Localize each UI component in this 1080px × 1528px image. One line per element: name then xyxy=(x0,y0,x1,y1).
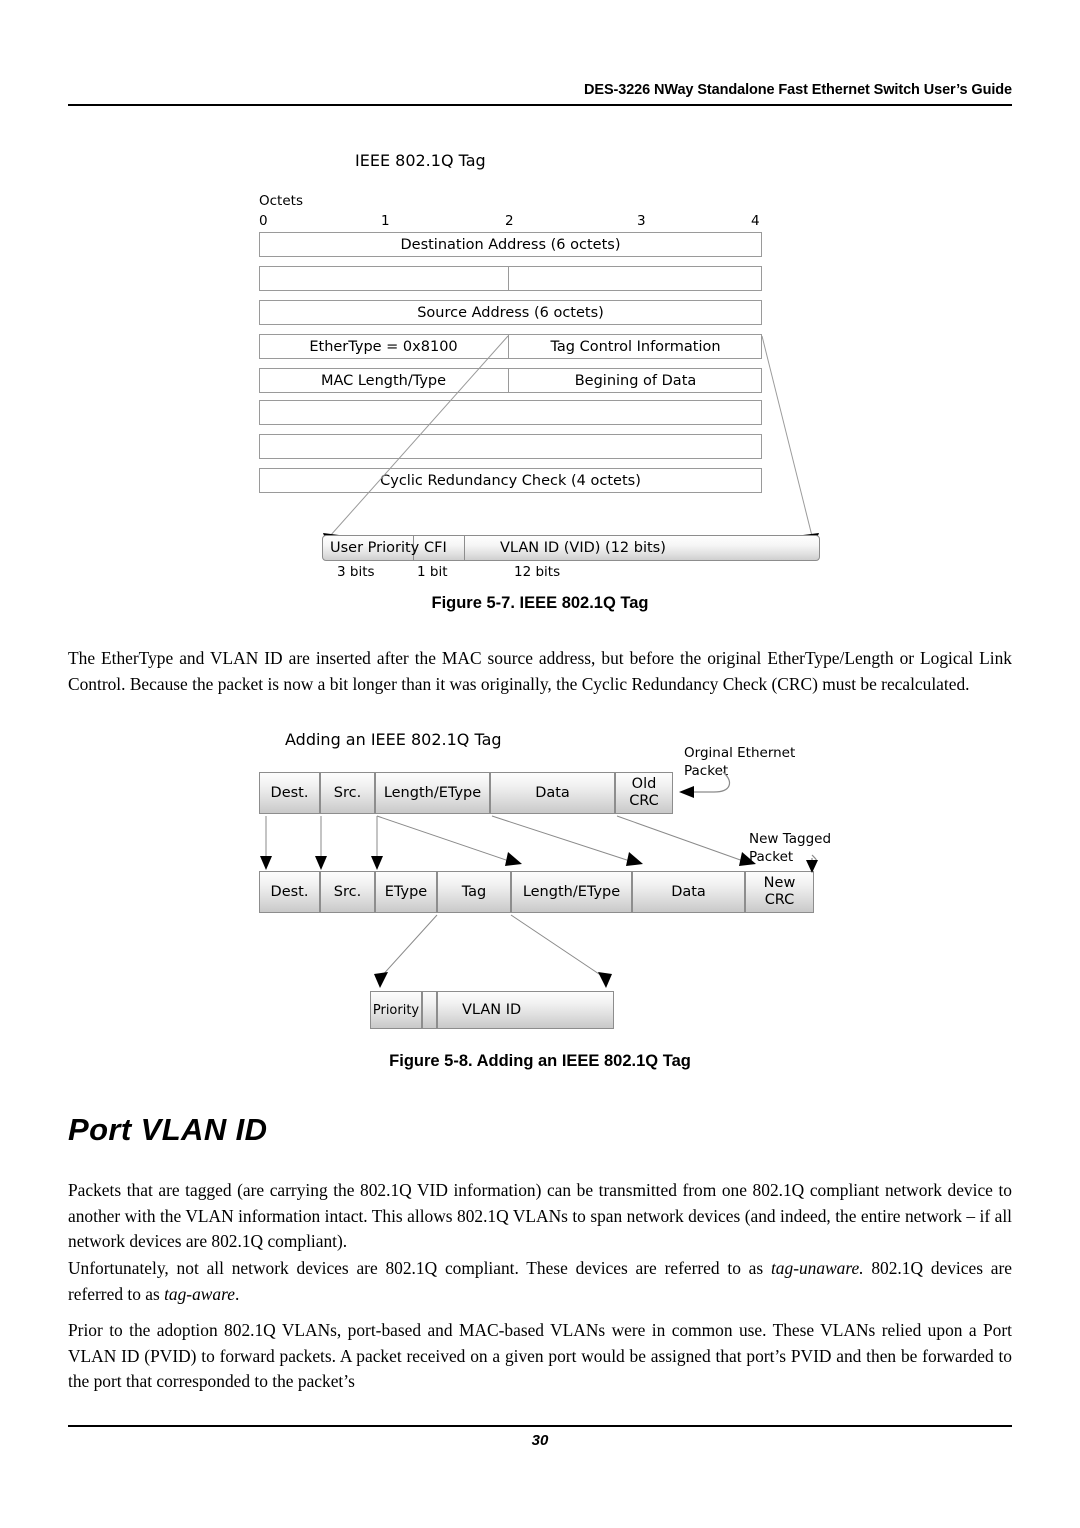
tag-detail-cell-vlan-id: VLAN ID xyxy=(437,991,614,1029)
new-packet-note-line2: Packet xyxy=(749,849,794,865)
footer-rule xyxy=(68,1425,1012,1427)
tag-detail-cell-cfi xyxy=(422,991,437,1029)
tag-detail-cell-priority: Priority xyxy=(370,991,422,1029)
paragraph-tag-unaware-emphasis: tag-unaware. xyxy=(770,1258,864,1278)
new-packet-note-line1: New Tagged xyxy=(749,831,832,847)
original-cell-old-crc-line1: Old xyxy=(631,776,657,792)
original-cell-old-crc-line2: CRC xyxy=(629,793,659,809)
original-cell-src: Src. xyxy=(320,772,375,814)
tag-detail-cell-vlan-id-label: VLAN ID xyxy=(462,1001,522,1018)
page-number: 30 xyxy=(531,1432,549,1449)
paragraph-tagged-packets: Packets that are tagged (are carrying th… xyxy=(68,1180,1012,1251)
tagged-cell-dest: Dest. xyxy=(259,871,320,913)
figure-5-8-diagram-title: Adding an IEEE 802.1Q Tag xyxy=(285,730,502,749)
original-cell-data: Data xyxy=(490,772,615,814)
tagged-cell-length-etype: Length/EType xyxy=(511,871,632,913)
original-cell-dest: Dest. xyxy=(259,772,320,814)
paragraph-tag-unaware: Unfortunately, not all network devices a… xyxy=(68,1256,1012,1307)
paragraph-tag-aware-emphasis: tag-aware xyxy=(164,1283,235,1304)
tagged-cell-data: Data xyxy=(632,871,745,913)
tagged-cell-new-crc-line2: CRC xyxy=(764,892,795,908)
page-section-title: Port VLAN ID xyxy=(68,1112,268,1147)
original-packet-note-line1: Orginal Ethernet xyxy=(684,745,796,761)
figure-5-8-caption: Figure 5-8. Adding an IEEE 802.1Q Tag xyxy=(389,1052,691,1070)
tagged-cell-etype: EType xyxy=(375,871,437,913)
paragraph-tag-unaware-part3: . xyxy=(234,1283,240,1304)
tagged-cell-src: Src. xyxy=(320,871,375,913)
paragraph-tag-unaware-part1: Unfortunately, not all network devices a… xyxy=(68,1258,771,1278)
paragraph-pvid-history: Prior to the adoption 802.1Q VLANs, port… xyxy=(68,1320,1012,1391)
tagged-cell-tag: Tag xyxy=(437,871,511,913)
figure-5-8-diagram: Adding an IEEE 802.1Q Tag Orginal Ethern… xyxy=(0,0,1080,1050)
tagged-cell-new-crc: New CRC xyxy=(745,871,814,913)
original-cell-length-etype: Length/EType xyxy=(375,772,490,814)
original-packet-note-line2: Packet xyxy=(684,763,729,779)
tagged-cell-new-crc-line1: New xyxy=(763,875,796,891)
original-cell-old-crc: Old CRC xyxy=(615,772,673,814)
